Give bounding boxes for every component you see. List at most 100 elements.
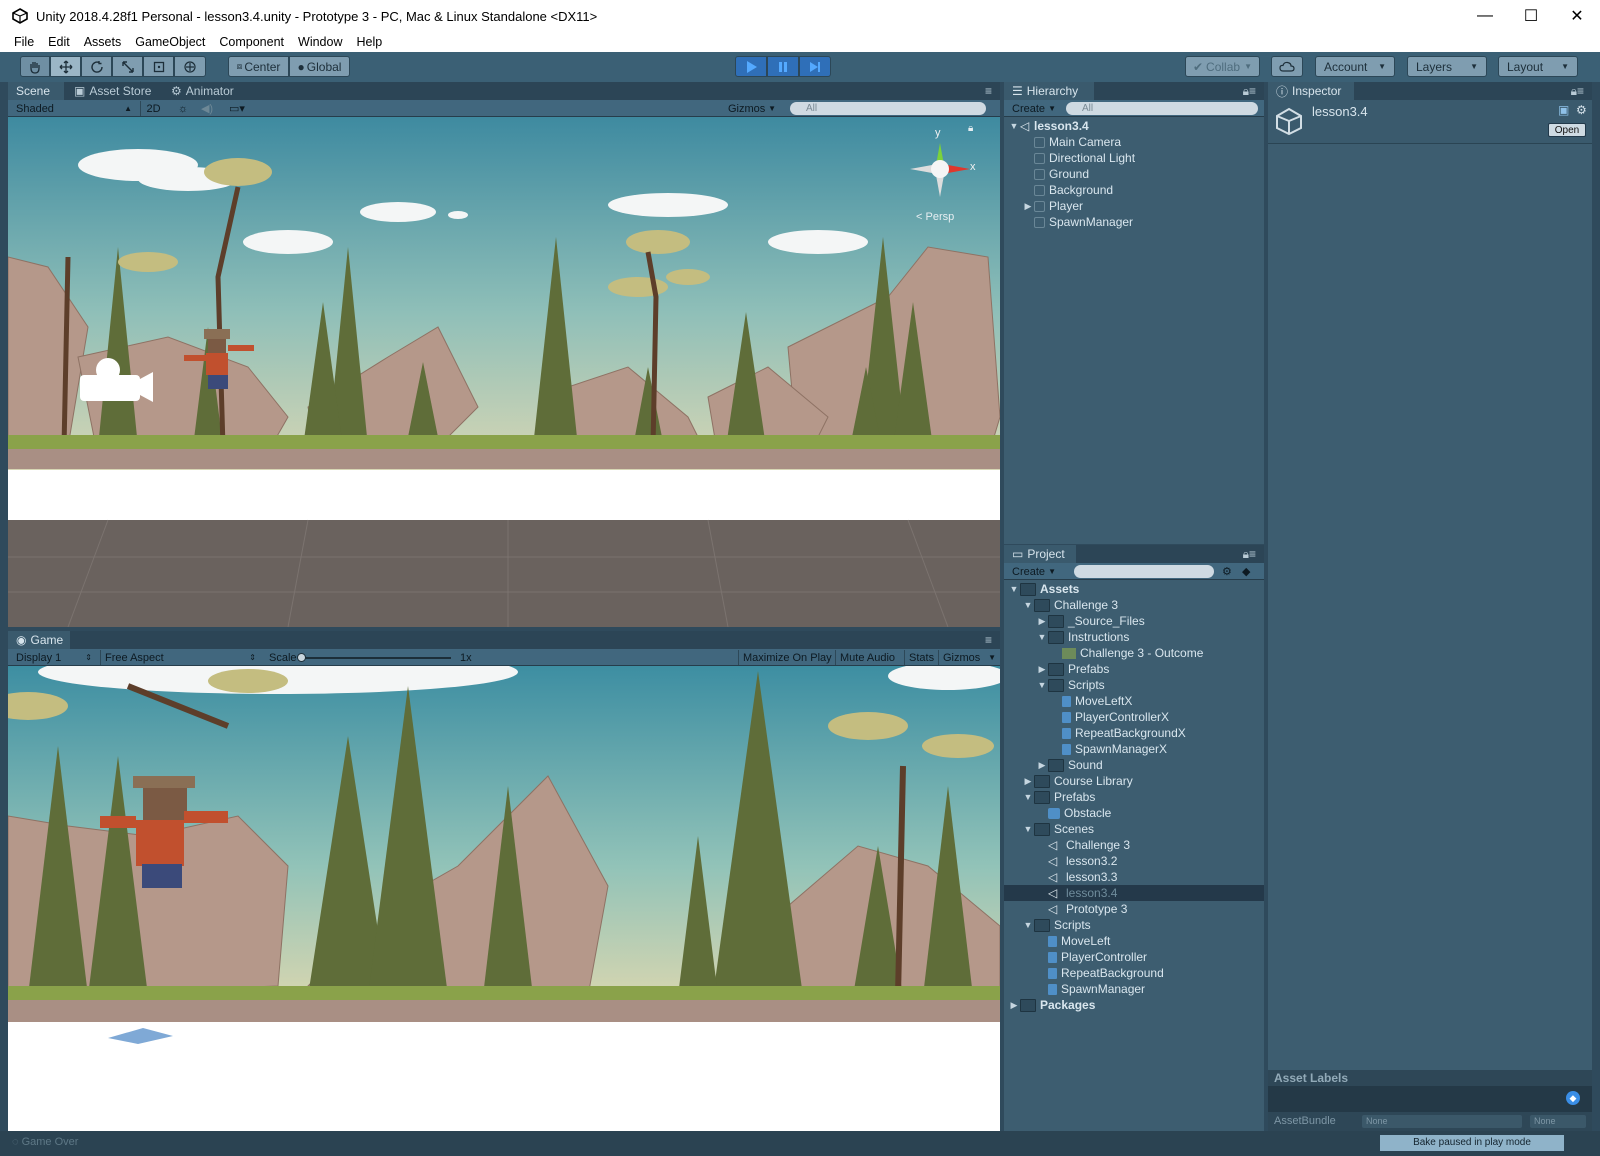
project-item-moveleftx[interactable]: MoveLeftX xyxy=(1004,693,1264,709)
account-dropdown[interactable]: Account ▼ xyxy=(1315,56,1395,77)
project-item-spawnmanagerx[interactable]: SpawnManagerX xyxy=(1004,741,1264,757)
step-button[interactable] xyxy=(799,56,831,77)
menu-window[interactable]: Window xyxy=(298,35,342,49)
project-item-moveleft[interactable]: MoveLeft xyxy=(1004,933,1264,949)
project-item-prefabs[interactable]: ▼ Prefabs xyxy=(1004,789,1264,805)
settings-gear-icon[interactable]: ⚙ xyxy=(1576,103,1587,117)
expand-arrow-icon[interactable]: ▼ xyxy=(1022,824,1034,834)
maximize-button[interactable]: ☐ xyxy=(1508,0,1554,32)
2d-toggle-button[interactable]: 2D xyxy=(140,101,166,116)
filter-by-type-icon[interactable]: ⚙ xyxy=(1218,564,1236,579)
project-item-challenge-3[interactable]: ◁ Challenge 3 xyxy=(1004,837,1264,853)
layers-dropdown[interactable]: Layers ▼ xyxy=(1407,56,1487,77)
expand-arrow-icon[interactable]: ▶ xyxy=(1036,760,1048,771)
open-button[interactable]: Open xyxy=(1548,123,1586,137)
lock-icon[interactable]: 🔒︎ xyxy=(968,123,973,134)
hierarchy-item-spawnmanager[interactable]: SpawnManager xyxy=(1034,214,1133,230)
hierarchy-scene-row[interactable]: ▼ ◁ lesson3.4 xyxy=(1008,118,1260,134)
project-item-instructions[interactable]: ▼ Instructions xyxy=(1004,629,1264,645)
project-item-scenes[interactable]: ▼ Scenes xyxy=(1004,821,1264,837)
hierarchy-search-input[interactable]: All xyxy=(1066,102,1258,115)
mute-audio-toggle[interactable]: Mute Audio xyxy=(835,650,899,665)
layout-dropdown[interactable]: Layout ▼ xyxy=(1498,56,1578,77)
minimize-button[interactable]: — xyxy=(1462,0,1508,32)
project-item-repeatbackground[interactable]: RepeatBackground xyxy=(1004,965,1264,981)
hierarchy-item-main-camera[interactable]: Main Camera xyxy=(1034,134,1121,150)
hierarchy-item-background[interactable]: Background xyxy=(1034,182,1113,198)
game-viewport[interactable] xyxy=(8,666,1000,1131)
menu-edit[interactable]: Edit xyxy=(48,35,70,49)
asset-labels-header[interactable]: Asset Labels xyxy=(1268,1070,1592,1086)
pivot-global-button[interactable]: ● Global xyxy=(289,56,350,77)
project-item-playercontrollerx[interactable]: PlayerControllerX xyxy=(1004,709,1264,725)
asset-bundle-variant-dropdown[interactable]: None xyxy=(1530,1115,1586,1128)
scale-slider[interactable] xyxy=(301,657,451,659)
project-item-course-library[interactable]: ▶ Course Library xyxy=(1004,773,1264,789)
project-item-challenge-3[interactable]: ▼ Challenge 3 xyxy=(1004,597,1264,613)
cloud-button[interactable] xyxy=(1271,56,1303,77)
expand-arrow-icon[interactable]: ▼ xyxy=(1008,121,1020,131)
collab-button[interactable]: ✔ Collab ▼ xyxy=(1185,56,1260,77)
tab-animator[interactable]: ⚙ Animator xyxy=(163,82,242,100)
hierarchy-item-player[interactable]: ▶ Player xyxy=(1022,198,1083,214)
expand-arrow-icon[interactable]: ▼ xyxy=(1036,632,1048,642)
game-gizmos-dropdown[interactable]: Gizmos ▼ xyxy=(938,650,1000,665)
tab-project[interactable]: ▭ Project xyxy=(1004,545,1076,563)
expand-arrow-icon[interactable]: ▶ xyxy=(1022,201,1034,212)
asset-bundle-dropdown[interactable]: None xyxy=(1362,1115,1522,1128)
menu-file[interactable]: File xyxy=(14,35,34,49)
menu-assets[interactable]: Assets xyxy=(84,35,122,49)
display-dropdown[interactable]: Display 1 ⇕ xyxy=(12,650,96,665)
project-item-lesson3-3[interactable]: ◁ lesson3.3 xyxy=(1004,869,1264,885)
tab-inspector[interactable]: ⓘ Inspector xyxy=(1268,82,1354,100)
expand-arrow-icon[interactable]: ▼ xyxy=(1022,920,1034,930)
status-message[interactable]: ◌ Game Over xyxy=(12,1136,78,1148)
transform-tool-button[interactable] xyxy=(174,56,206,77)
project-item-scripts[interactable]: ▼ Scripts xyxy=(1004,677,1264,693)
aspect-dropdown[interactable]: Free Aspect ⇕ xyxy=(100,650,260,665)
expand-arrow-icon[interactable]: ▼ xyxy=(1022,600,1034,610)
filter-by-label-icon[interactable]: ◆ xyxy=(1238,564,1254,579)
hierarchy-create-dropdown[interactable]: Create ▼ xyxy=(1008,101,1060,116)
expand-arrow-icon[interactable]: ▶ xyxy=(1036,616,1048,627)
tab-asset-store[interactable]: ▣ Asset Store xyxy=(66,82,159,100)
menu-component[interactable]: Component xyxy=(219,35,284,49)
hierarchy-item-directional-light[interactable]: Directional Light xyxy=(1034,150,1135,166)
project-item-spawnmanager[interactable]: SpawnManager xyxy=(1004,981,1264,997)
project-item-prototype-3[interactable]: ◁ Prototype 3 xyxy=(1004,901,1264,917)
project-item-challenge-3-outcome[interactable]: Challenge 3 - Outcome xyxy=(1004,645,1264,661)
game-view[interactable] xyxy=(8,666,1000,1131)
rect-tool-button[interactable] xyxy=(143,56,174,77)
move-tool-button[interactable] xyxy=(50,56,81,77)
audio-toggle[interactable]: ◀) xyxy=(196,101,218,116)
panel-menu-icon[interactable]: 🔒︎≡ xyxy=(1235,82,1264,100)
expand-arrow-icon[interactable]: ▶ xyxy=(1008,1000,1020,1011)
hierarchy-item-ground[interactable]: Ground xyxy=(1034,166,1089,182)
expand-arrow-icon[interactable]: ▼ xyxy=(1036,680,1048,690)
project-create-dropdown[interactable]: Create ▼ xyxy=(1008,564,1060,579)
expand-arrow-icon[interactable]: ▶ xyxy=(1022,776,1034,787)
scene-gizmos-dropdown[interactable]: Gizmos ▼ xyxy=(724,101,780,116)
panel-menu-icon[interactable]: 🔒︎≡ xyxy=(1563,82,1592,100)
menu-help[interactable]: Help xyxy=(356,35,382,49)
maximize-on-play-toggle[interactable]: Maximize On Play xyxy=(738,650,836,665)
expand-arrow-icon[interactable]: ▼ xyxy=(1022,792,1034,802)
perspective-label[interactable]: < Persp xyxy=(916,211,954,223)
project-item-repeatbackgroundx[interactable]: RepeatBackgroundX xyxy=(1004,725,1264,741)
scale-tool-button[interactable] xyxy=(112,56,143,77)
panel-menu-icon[interactable]: ≡ xyxy=(977,631,1000,649)
effects-toggle[interactable]: ▭▾ xyxy=(222,101,252,116)
tab-scene[interactable]: Scene xyxy=(8,82,64,100)
project-item-sound[interactable]: ▶ Sound xyxy=(1004,757,1264,773)
expand-arrow-icon[interactable]: ▼ xyxy=(1008,584,1020,594)
project-item-scripts[interactable]: ▼ Scripts xyxy=(1004,917,1264,933)
pivot-center-button[interactable]: ⧈ Center xyxy=(228,56,289,77)
tab-hierarchy[interactable]: ☰ Hierarchy xyxy=(1004,82,1094,100)
help-book-icon[interactable]: ▣ xyxy=(1558,103,1569,117)
project-item-obstacle[interactable]: Obstacle xyxy=(1004,805,1264,821)
project-item-source-files[interactable]: ▶ _Source_Files xyxy=(1004,613,1264,629)
project-search-input[interactable] xyxy=(1074,565,1214,578)
project-item-playercontroller[interactable]: PlayerController xyxy=(1004,949,1264,965)
rotate-tool-button[interactable] xyxy=(81,56,112,77)
shading-mode-dropdown[interactable]: Shaded ▲ xyxy=(12,101,136,116)
